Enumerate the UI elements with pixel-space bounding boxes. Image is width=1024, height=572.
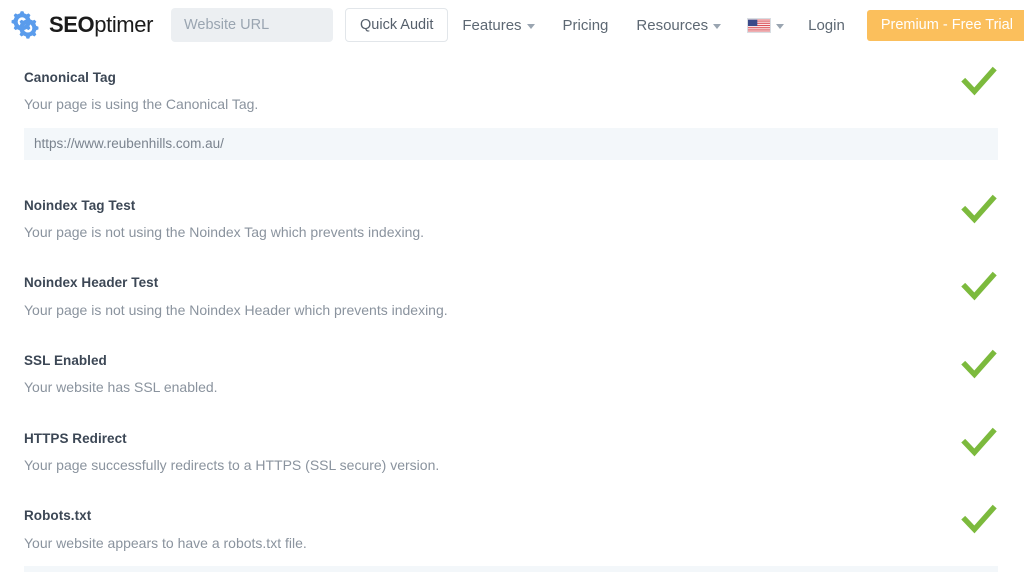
check-title: HTTPS Redirect bbox=[24, 431, 439, 447]
audit-check-canonical-tag: Canonical Tag Your page is using the Can… bbox=[0, 50, 1024, 160]
check-description: Your website has SSL enabled. bbox=[24, 379, 218, 397]
login-link[interactable]: Login bbox=[794, 17, 859, 34]
check-header: HTTPS Redirect Your page successfully re… bbox=[24, 411, 1024, 475]
check-header: Robots.txt Your website appears to have … bbox=[24, 488, 1024, 552]
nav-item-pricing[interactable]: Pricing bbox=[549, 17, 623, 34]
green-check-icon bbox=[960, 423, 998, 461]
check-title: Canonical Tag bbox=[24, 70, 258, 86]
language-selector[interactable] bbox=[735, 18, 794, 33]
brand-name-light: ptimer bbox=[94, 12, 153, 37]
check-description: Your page is using the Canonical Tag. bbox=[24, 96, 258, 114]
check-text-group: Canonical Tag Your page is using the Can… bbox=[24, 50, 258, 114]
seoptimer-gear-logo-icon bbox=[8, 9, 42, 41]
nav-label-resources: Resources bbox=[636, 17, 708, 34]
check-title: Noindex Header Test bbox=[24, 275, 448, 291]
quick-audit-button[interactable]: Quick Audit bbox=[345, 8, 448, 42]
audit-check-noindex-tag-test: Noindex Tag Test Your page is not using … bbox=[0, 178, 1024, 242]
check-description: Your website appears to have a robots.tx… bbox=[24, 535, 307, 553]
green-check-icon bbox=[960, 500, 998, 538]
spacer bbox=[0, 241, 1024, 255]
check-header: Noindex Tag Test Your page is not using … bbox=[24, 178, 1024, 242]
check-header: SSL Enabled Your website has SSL enabled… bbox=[24, 333, 1024, 397]
chevron-down-icon bbox=[527, 24, 535, 29]
chevron-down-icon bbox=[713, 24, 721, 29]
check-description: Your page is not using the Noindex Tag w… bbox=[24, 224, 424, 242]
check-header: Canonical Tag Your page is using the Can… bbox=[24, 50, 1024, 114]
audit-check-noindex-header-test: Noindex Header Test Your page is not usi… bbox=[0, 255, 1024, 319]
spacer bbox=[0, 474, 1024, 488]
check-header: Noindex Header Test Your page is not usi… bbox=[24, 255, 1024, 319]
green-check-icon bbox=[960, 267, 998, 305]
check-value-box: https://www.reubenhills.com.au/ bbox=[24, 128, 998, 160]
green-check-icon bbox=[960, 62, 998, 100]
brand-name-bold: SEO bbox=[49, 12, 94, 37]
nav-item-features[interactable]: Features bbox=[448, 17, 548, 34]
check-text-group: SSL Enabled Your website has SSL enabled… bbox=[24, 333, 218, 397]
nav-label-features: Features bbox=[462, 17, 521, 34]
green-check-icon bbox=[960, 345, 998, 383]
check-title: Noindex Tag Test bbox=[24, 198, 424, 214]
site-header: SEOptimer Quick Audit Features Pricing R… bbox=[0, 0, 1024, 50]
audit-check-ssl-enabled: SSL Enabled Your website has SSL enabled… bbox=[0, 333, 1024, 397]
check-text-group: Noindex Header Test Your page is not usi… bbox=[24, 255, 448, 319]
main-navigation: Features Pricing Resources bbox=[448, 0, 1024, 50]
nav-label-pricing: Pricing bbox=[563, 17, 609, 34]
check-description: Your page is not using the Noindex Heade… bbox=[24, 302, 448, 320]
green-check-icon bbox=[960, 190, 998, 228]
check-text-group: Robots.txt Your website appears to have … bbox=[24, 488, 307, 552]
check-title: Robots.txt bbox=[24, 508, 307, 524]
website-url-input[interactable] bbox=[171, 8, 333, 42]
check-description: Your page successfully redirects to a HT… bbox=[24, 457, 439, 475]
spacer bbox=[0, 319, 1024, 333]
spacer bbox=[0, 397, 1024, 411]
chevron-down-icon bbox=[776, 24, 784, 29]
audit-check-robots-txt: Robots.txt Your website appears to have … bbox=[0, 488, 1024, 572]
check-text-group: HTTPS Redirect Your page successfully re… bbox=[24, 411, 439, 475]
us-flag-icon bbox=[747, 18, 771, 33]
audit-results-list: Canonical Tag Your page is using the Can… bbox=[0, 50, 1024, 572]
spacer bbox=[0, 160, 1024, 178]
premium-free-trial-button[interactable]: Premium - Free Trial bbox=[867, 10, 1024, 41]
brand-logo-link[interactable]: SEOptimer bbox=[8, 9, 153, 41]
check-text-group: Noindex Tag Test Your page is not using … bbox=[24, 178, 424, 242]
check-title: SSL Enabled bbox=[24, 353, 218, 369]
brand-name: SEOptimer bbox=[49, 14, 153, 36]
audit-check-https-redirect: HTTPS Redirect Your page successfully re… bbox=[0, 411, 1024, 475]
check-value-box: http://www.reubenhills.com.au/robots.txt bbox=[24, 566, 998, 572]
nav-item-resources[interactable]: Resources bbox=[622, 17, 735, 34]
